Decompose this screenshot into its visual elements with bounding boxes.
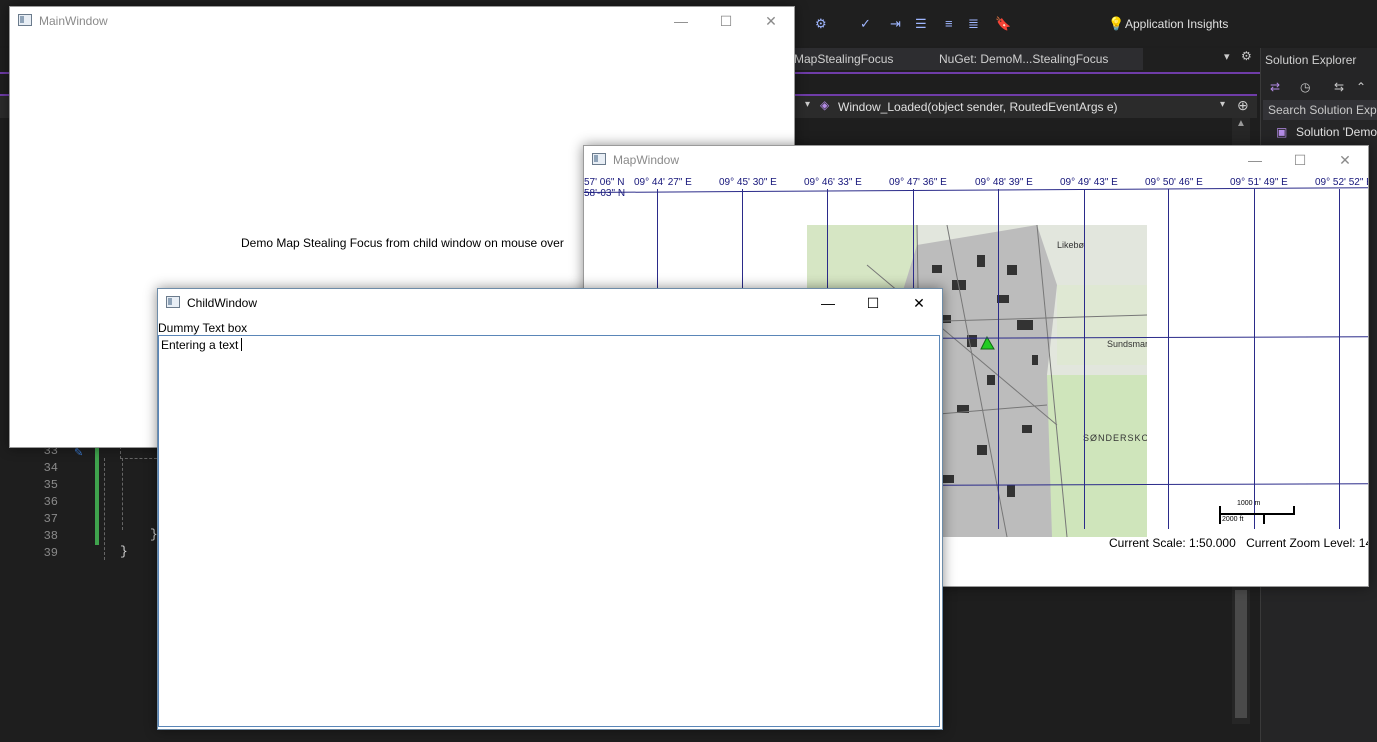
sync-icon[interactable]: ⇄ [1270, 80, 1280, 94]
longitude-label: 09° 46' 33" E [804, 177, 862, 188]
longitude-line [1168, 189, 1169, 529]
dummy-text-box[interactable]: Entering a text [158, 335, 940, 727]
map-place-label: Likebø [1057, 240, 1085, 250]
solution-root-item[interactable]: Solution 'Demo [1296, 125, 1377, 139]
window-icon [18, 14, 32, 26]
longitude-label: 09° 50' 46" E [1145, 177, 1203, 188]
settings-icon[interactable]: ⚙ [1241, 49, 1252, 63]
indent-guide [104, 458, 105, 560]
current-zoom-text: Current Zoom Level: 14 [1246, 536, 1369, 550]
map-window-titlebar[interactable]: MapWindow — ☐ ✕ [584, 146, 1368, 174]
tab-dropdown-icon[interactable]: ▾ [1224, 50, 1230, 63]
uncomment-icon[interactable]: ≣ [968, 16, 979, 32]
collapse-icon[interactable]: ⌃ [1356, 80, 1366, 94]
member-combo-arrow-icon[interactable]: ▾ [1220, 99, 1225, 110]
close-button[interactable]: ✕ [1322, 148, 1368, 172]
split-icon[interactable]: ⊕ [1237, 97, 1249, 114]
minimize-button[interactable]: — [805, 291, 851, 315]
indent-icon[interactable]: ⇥ [890, 16, 901, 32]
longitude-label: 09° 45' 30" E [719, 177, 777, 188]
latitude-label: 57' 06" N [584, 177, 625, 188]
scale-bar-imperial-label: 2000 ft [1222, 516, 1244, 523]
map-place-label: SØNDERSKO [1083, 433, 1147, 443]
application-insights-button[interactable]: Application Insights [1125, 17, 1228, 31]
main-window-title: MainWindow [39, 14, 108, 28]
tab-nuget[interactable]: NuGet: DemoM...StealingFocus [931, 48, 1143, 70]
latitude-label: 58'-03" N [584, 188, 626, 199]
minimize-button[interactable]: — [658, 9, 704, 33]
child-window-titlebar[interactable]: ChildWindow — ☐ ✕ [158, 289, 942, 317]
method-icon: ◈ [820, 98, 830, 112]
close-button[interactable]: ✕ [896, 291, 942, 315]
comment-icon[interactable]: ≡ [945, 16, 953, 31]
text-caret [241, 338, 243, 351]
line-number: 39 [43, 546, 58, 560]
map-status-bar: Current Scale: 1:50.000 Current Zoom Lev… [1109, 536, 1369, 550]
longitude-label: 09° 48' 39" E [975, 177, 1033, 188]
map-place-label: Sundsmar [1107, 339, 1147, 349]
solution-icon: ▣ [1276, 125, 1288, 139]
lightbulb-icon: 💡 [1108, 16, 1125, 31]
bookmark-icon[interactable]: 🔖 [995, 16, 1011, 32]
scale-bar-metric-label: 1000 m [1237, 500, 1261, 507]
longitude-line [1084, 189, 1085, 529]
maximize-button[interactable]: ☐ [1277, 148, 1323, 172]
format-icon[interactable]: ☰ [915, 16, 927, 32]
textbox-label: Dummy Text box [158, 321, 248, 335]
latitude-line [584, 187, 1368, 193]
swap-icon[interactable]: ⇆ [1334, 80, 1344, 94]
map-window-title: MapWindow [613, 153, 680, 167]
maximize-button[interactable]: ☐ [850, 291, 896, 315]
code-brace: } [120, 544, 128, 559]
longitude-label: 09° 52' 52" E [1315, 177, 1369, 188]
maximize-button[interactable]: ☐ [703, 9, 749, 33]
line-number: 34 [43, 461, 58, 475]
main-window-titlebar[interactable]: MainWindow — ☐ ✕ [10, 7, 794, 35]
minimize-button[interactable]: — [1232, 148, 1278, 172]
line-number: 35 [43, 478, 58, 492]
dummy-text-box-value: Entering a text [161, 338, 239, 352]
history-icon[interactable]: ◷ [1300, 80, 1310, 94]
close-button[interactable]: ✕ [748, 9, 794, 33]
change-indicator [95, 447, 99, 545]
window-icon [166, 296, 180, 308]
editor-scrollbar-thumb[interactable] [1235, 590, 1247, 718]
main-window-label: Demo Map Stealing Focus from child windo… [241, 236, 564, 250]
child-window[interactable]: ChildWindow — ☐ ✕ Dummy Text box Enterin… [157, 288, 943, 730]
debug-icon[interactable]: ⚙ [815, 16, 827, 32]
spellcheck-icon[interactable]: ✓ [860, 16, 871, 32]
longitude-line [1339, 189, 1340, 529]
member-combo[interactable]: Window_Loaded(object sender, RoutedEvent… [838, 98, 1118, 116]
longitude-label: 09° 49' 43" E [1060, 177, 1118, 188]
solution-explorer-title: Solution Explorer [1265, 53, 1357, 67]
child-window-title: ChildWindow [187, 296, 258, 310]
longitude-label: 09° 51' 49" E [1230, 177, 1288, 188]
longitude-label: 09° 47' 36" E [889, 177, 947, 188]
scroll-up-icon[interactable]: ▲ [1236, 118, 1246, 129]
map-scale-bar: 1000 m 2000 ft [1219, 500, 1295, 526]
longitude-label: 09° 44' 27" E [634, 177, 692, 188]
class-combo-arrow-icon[interactable]: ▾ [805, 99, 810, 110]
line-number: 36 [43, 495, 58, 509]
line-number: 38 [43, 529, 58, 543]
line-number: 37 [43, 512, 58, 526]
longitude-line [998, 189, 999, 529]
window-icon [592, 153, 606, 165]
solution-search-input[interactable]: Search Solution Explo [1263, 100, 1377, 120]
longitude-line [1254, 189, 1255, 529]
indent-guide [122, 458, 123, 530]
current-scale-text: Current Scale: 1:50.000 [1109, 536, 1236, 550]
tab-mapstealingfocus[interactable]: MapStealingFocus [786, 48, 932, 70]
